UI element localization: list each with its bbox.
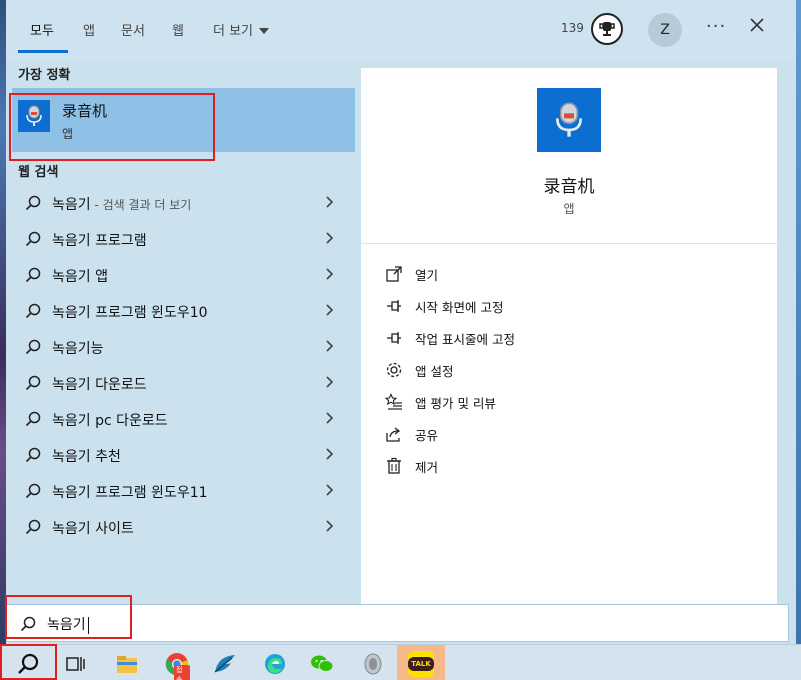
chevron-right-icon [326,448,334,460]
chevron-right-icon [326,304,334,316]
web-search-item[interactable]: 녹음기 프로그램 윈도우11 [12,472,352,508]
action-open[interactable]: 열기 [385,262,438,286]
tab-more-label: 더 보기 [213,24,254,39]
desktop-wallpaper-right [796,0,801,644]
task-view-icon[interactable] [63,651,89,677]
app-detail-panel: 录音机 앱 열기 시작 화면에 고정 작업 표시줄에 고정 앱 설정 앱 평가 … [361,68,777,604]
chevron-right-icon [326,340,334,352]
web-search-suffix: - 검색 결과 더 보기 [90,198,192,212]
web-search-label: 녹음기 - 검색 결과 더 보기 [52,197,192,213]
annotation-box-search-button [0,644,57,680]
more-options-icon[interactable]: ··· [706,16,726,37]
web-search-item[interactable]: 녹음기 pc 다운로드 [12,400,352,436]
app-type: 앱 [563,202,575,216]
action-pin-start[interactable]: 시작 화면에 고정 [385,294,503,318]
annotation-box-best-match [9,93,215,161]
chrome-icon[interactable]: 접속 [164,651,190,680]
web-search-label: 녹음기 프로그램 윈도우10 [52,305,208,321]
search-icon [25,411,41,427]
pin-icon [387,300,401,312]
annotation-box-search [5,595,132,639]
action-label: 앱 평가 및 리뷰 [415,395,496,411]
web-search-item[interactable]: 녹음기 프로그램 윈도우10 [12,292,352,328]
taskbar: 접속 TALK [0,644,801,680]
chevron-right-icon [326,232,334,244]
divider [361,243,777,244]
chevron-down-icon [259,27,270,34]
rewards-points: 139 [561,21,584,35]
gear-icon [386,362,402,378]
pin-icon [387,332,401,344]
speaker-app-icon[interactable] [360,651,386,677]
edge-icon[interactable] [262,651,288,677]
web-search-label: 녹음기 프로그램 [52,233,147,249]
chrome-badge: 접속 [174,665,190,680]
kakaotalk-label: TALK [408,657,434,671]
tab-apps[interactable]: 앱 [83,20,95,39]
avatar[interactable]: Z [648,13,682,47]
search-icon [25,267,41,283]
web-search-item[interactable]: 녹음기 앱 [12,256,352,292]
app-name: 录音机 [543,177,595,197]
search-icon [25,483,41,499]
close-icon[interactable] [748,16,766,34]
web-search-label: 녹음기 pc 다운로드 [52,413,168,429]
search-icon [25,231,41,247]
action-rate-review[interactable]: 앱 평가 및 리뷰 [385,390,496,414]
tab-documents[interactable]: 문서 [121,20,145,39]
open-icon [386,266,402,282]
search-icon [25,375,41,391]
chevron-right-icon [326,196,334,208]
tab-all[interactable]: 모두 [30,20,54,39]
web-search-label: 녹음기능 [52,341,104,357]
search-icon [25,339,41,355]
search-icon [25,303,41,319]
action-pin-taskbar[interactable]: 작업 표시줄에 고정 [385,326,515,350]
action-label: 공유 [415,427,439,443]
web-search-label: 녹음기 추천 [52,449,121,465]
action-label: 제거 [415,459,439,475]
web-search-item[interactable]: 녹음기능 [12,328,352,364]
web-search-label: 녹음기 앱 [52,269,108,285]
search-icon [25,195,41,211]
chevron-right-icon [326,268,334,280]
action-label: 열기 [415,267,439,283]
search-icon [25,519,41,535]
action-share[interactable]: 공유 [385,422,438,446]
star-list-icon [385,393,402,410]
web-search-label: 녹음기 사이트 [52,521,134,537]
share-icon [386,427,401,442]
chevron-right-icon [326,520,334,532]
web-search-item[interactable]: 녹음기 - 검색 결과 더 보기 [12,184,352,220]
search-icon [25,447,41,463]
kakaotalk-icon[interactable]: TALK [408,651,434,677]
trophy-icon[interactable] [591,13,623,45]
wechat-icon[interactable] [309,651,335,677]
app-feather-icon[interactable] [212,651,238,677]
chevron-right-icon [326,484,334,496]
start-menu-header: 모두 앱 문서 웹 더 보기 139 Z ··· [6,0,796,60]
web-search-label: 녹음기 다운로드 [52,377,147,393]
microphone-icon [537,88,601,152]
action-label: 시작 화면에 고정 [415,299,504,315]
tab-more[interactable]: 더 보기 [213,20,270,39]
active-tab-indicator [18,50,68,53]
chevron-right-icon [326,376,334,388]
web-search-item[interactable]: 녹음기 프로그램 [12,220,352,256]
web-search-title: 웹 검색 [18,165,59,180]
action-app-settings[interactable]: 앱 설정 [385,358,453,382]
web-search-item[interactable]: 녹음기 추천 [12,436,352,472]
action-label: 작업 표시줄에 고정 [415,331,515,347]
web-search-item[interactable]: 녹음기 사이트 [12,508,352,544]
chevron-right-icon [326,412,334,424]
tab-web[interactable]: 웹 [172,20,184,39]
trash-icon [387,457,401,474]
action-uninstall[interactable]: 제거 [385,454,438,478]
web-search-label: 녹음기 프로그램 윈도우11 [52,485,208,501]
web-search-item[interactable]: 녹음기 다운로드 [12,364,352,400]
action-label: 앱 설정 [415,363,454,379]
file-explorer-icon[interactable] [114,651,140,677]
best-match-title: 가장 정확 [18,68,71,83]
